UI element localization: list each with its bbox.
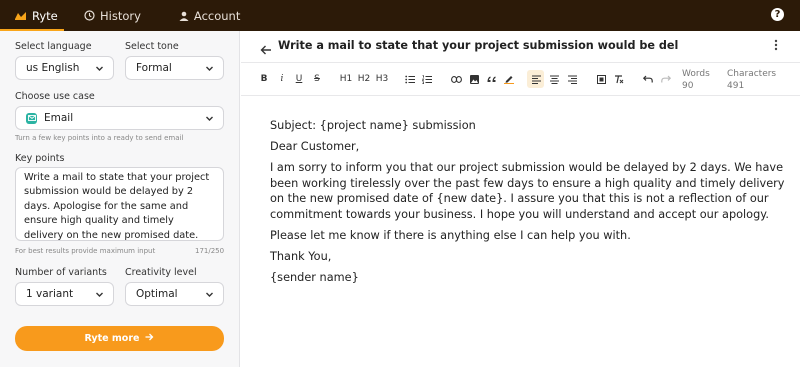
ryte-more-button[interactable]: Ryte more [15,326,224,351]
creativity-label: Creativity level [125,267,197,278]
tone-select[interactable]: Formal [125,56,224,80]
image-icon[interactable] [467,72,481,86]
creativity-select[interactable]: Optimal [125,282,224,306]
align-right-icon[interactable] [565,72,579,86]
usecase-select[interactable]: Email [15,106,224,130]
back-arrow-icon[interactable] [260,40,272,59]
more-options-icon[interactable] [774,39,778,53]
select-all-icon[interactable] [594,72,608,86]
heading-3-button[interactable]: H3 [374,72,390,86]
tone-value: Formal [136,62,172,74]
help-icon[interactable]: ? [771,8,784,21]
heading-2-button[interactable]: H2 [356,72,372,86]
chevron-down-icon [205,64,214,76]
chevron-down-icon [95,64,104,76]
strikethrough-button[interactable]: S [310,72,324,86]
keypoints-count: 171/250 [195,247,225,255]
usecase-hint: Turn a few key points into a ready to se… [15,134,184,142]
usecase-value: Email [44,112,74,124]
redo-icon[interactable] [659,72,673,86]
history-icon [84,10,95,21]
nav-history[interactable]: History [72,0,153,31]
variants-select[interactable]: 1 variant [15,282,114,306]
characters-label: Characters [727,69,777,79]
email-greeting: Dear Customer, [270,140,360,154]
language-select[interactable]: us English [15,56,114,80]
document-title: Write a mail to state that your project … [278,39,678,52]
keypoints-label: Key points [15,153,65,164]
heading-1-button[interactable]: H1 [338,72,354,86]
editor-toolbar: B i U S H1 H2 H3 Words 90 Characters 491 [241,62,800,96]
nav-account-label: Account [193,8,241,23]
undo-icon[interactable] [641,72,655,86]
arrow-right-icon [145,333,154,344]
characters-count: 491 [727,81,745,91]
tone-label: Select tone [125,41,179,52]
bullet-list-icon[interactable] [403,72,417,86]
numbered-list-icon[interactable] [420,72,434,86]
italic-button[interactable]: i [275,72,289,86]
underline-button[interactable]: U [292,72,306,86]
nav-account[interactable]: Account [167,0,252,31]
document-editor[interactable]: Subject: {project name} submission Dear … [270,118,785,291]
top-nav-bar: Ryte History Account ? [0,0,800,31]
variants-value: 1 variant [26,288,74,300]
keypoints-textarea[interactable]: Write a mail to state that your project … [15,167,224,241]
words-count: 90 [682,81,694,91]
ryte-logo-icon [14,11,27,21]
nav-ryte[interactable]: Ryte [0,0,64,31]
words-label: Words [682,69,710,79]
language-label: Select language [15,41,92,52]
email-icon [26,112,37,124]
email-subject: Subject: {project name} submission [270,119,476,132]
email-signoff: Thank You, [270,250,332,264]
language-value: us English [26,62,80,74]
email-closing-line: Please let me know if there is anything … [270,229,631,243]
align-left-icon[interactable] [529,72,543,86]
input-panel: Select language us English Select tone F… [0,31,240,367]
email-sender: {sender name} [270,271,359,285]
clear-format-icon[interactable] [612,72,626,86]
link-icon[interactable] [449,72,463,86]
email-body: I am sorry to inform you that our projec… [270,161,785,221]
align-center-icon[interactable] [547,72,561,86]
usecase-label: Choose use case [15,91,95,102]
nav-history-label: History [100,8,141,23]
user-icon [179,11,189,21]
creativity-value: Optimal [136,288,178,300]
quote-icon[interactable] [484,72,498,86]
keypoints-hint: For best results provide maximum input [15,247,156,255]
nav-ryte-label: Ryte [32,8,58,23]
document-panel: Write a mail to state that your project … [241,31,800,367]
chevron-down-icon [205,290,214,302]
variants-label: Number of variants [15,267,107,278]
bold-button[interactable]: B [257,72,271,86]
chevron-down-icon [95,290,104,302]
ryte-more-label: Ryte more [84,333,140,344]
highlight-pen-icon[interactable] [502,72,516,86]
chevron-down-icon [205,114,214,126]
